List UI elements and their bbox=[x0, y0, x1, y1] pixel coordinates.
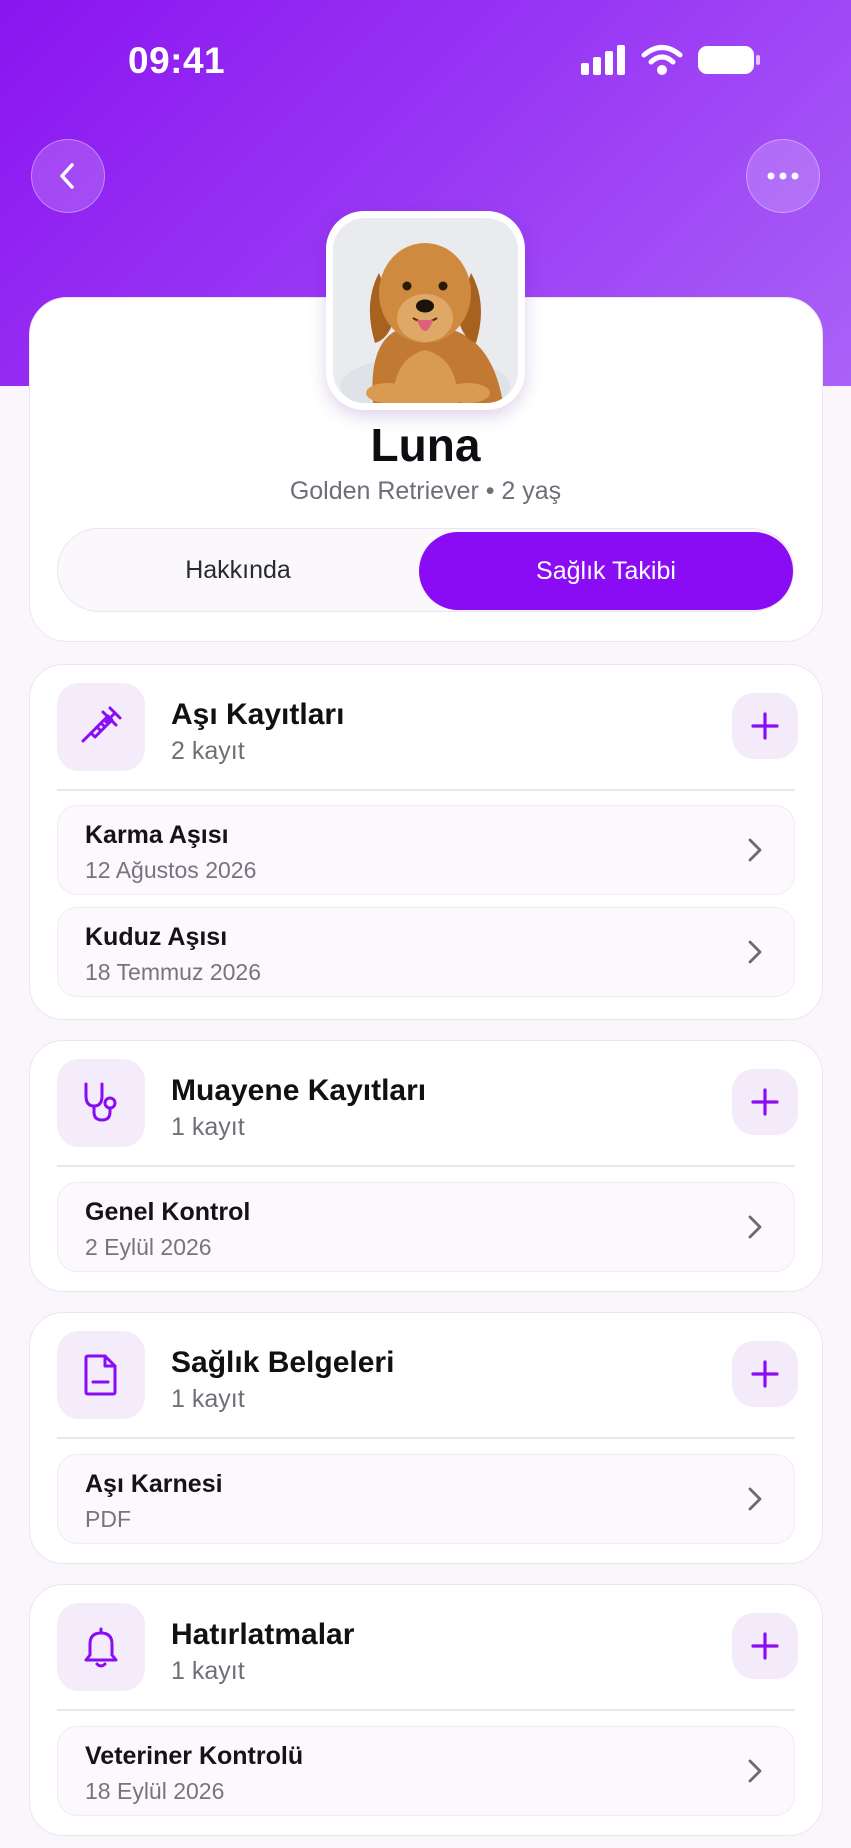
section-title: Sağlık Belgeleri bbox=[171, 1346, 395, 1379]
section-count: 1 kayıt bbox=[171, 1657, 245, 1685]
section-title: Hatırlatmalar bbox=[171, 1618, 355, 1651]
reminders-section: Hatırlatmalar 1 kayıt Veteriner Kontrolü… bbox=[29, 1584, 823, 1836]
status-time: 09:41 bbox=[128, 40, 226, 81]
bell-icon bbox=[84, 1627, 118, 1668]
tab-about[interactable]: Hakkında bbox=[58, 529, 418, 611]
battery-icon bbox=[698, 46, 760, 74]
divider bbox=[57, 789, 795, 791]
item-date: 18 Temmuz 2026 bbox=[85, 959, 262, 985]
section-count: 2 kayıt bbox=[171, 737, 245, 765]
divider bbox=[57, 1165, 795, 1167]
section-title: Muayene Kayıtları bbox=[171, 1074, 427, 1107]
vaccination-records-section: Aşı Kayıtları 2 kayıt Karma Aşısı 12 Ağu… bbox=[29, 664, 823, 1020]
divider bbox=[57, 1437, 795, 1439]
chevron-right-icon bbox=[748, 1215, 762, 1239]
chevron-right-icon bbox=[748, 838, 762, 862]
pet-avatar[interactable] bbox=[326, 211, 525, 410]
status-icons bbox=[581, 44, 761, 76]
golden-retriever-photo bbox=[333, 218, 518, 403]
pet-breed-age: Golden Retriever • 2 yaş bbox=[289, 477, 562, 505]
list-item[interactable]: Genel Kontrol 2 Eylül 2026 bbox=[57, 1182, 795, 1272]
examination-records-section: Muayene Kayıtları 1 kayıt Genel Kontrol … bbox=[29, 1040, 823, 1292]
item-title: Genel Kontrol bbox=[85, 1198, 251, 1226]
section-title: Aşı Kayıtları bbox=[171, 698, 345, 731]
divider bbox=[57, 1709, 795, 1711]
back-button[interactable] bbox=[31, 139, 105, 213]
item-date: 2 Eylül 2026 bbox=[85, 1234, 212, 1260]
list-item[interactable]: Kuduz Aşısı 18 Temmuz 2026 bbox=[57, 907, 795, 997]
plus-icon bbox=[751, 1088, 779, 1116]
tab-health-tracking[interactable]: Sağlık Takibi bbox=[419, 532, 793, 610]
section-count: 1 kayıt bbox=[171, 1385, 245, 1413]
add-reminder-button[interactable] bbox=[732, 1613, 798, 1679]
add-document-button[interactable] bbox=[732, 1341, 798, 1407]
dog-illustration bbox=[333, 218, 518, 403]
segmented-tabs: Hakkında Sağlık Takibi bbox=[57, 528, 794, 612]
item-date: 12 Ağustos 2026 bbox=[85, 857, 257, 883]
more-options-button[interactable] bbox=[746, 139, 820, 213]
item-title: Veteriner Kontrolü bbox=[85, 1742, 304, 1770]
stethoscope-icon bbox=[84, 1082, 117, 1122]
item-title: Aşı Karnesi bbox=[85, 1470, 223, 1498]
list-item[interactable]: Aşı Karnesi PDF bbox=[57, 1454, 795, 1544]
section-count: 1 kayıt bbox=[171, 1113, 245, 1141]
add-vaccination-button[interactable] bbox=[732, 693, 798, 759]
section-icon-box bbox=[57, 1603, 145, 1691]
item-title: Kuduz Aşısı bbox=[85, 923, 228, 951]
syringe-icon bbox=[81, 706, 122, 743]
plus-icon bbox=[751, 712, 779, 740]
section-icon-box bbox=[57, 1059, 145, 1147]
item-file-type: PDF bbox=[85, 1506, 131, 1532]
chevron-left-icon bbox=[60, 163, 74, 189]
status-bar: 09:41 bbox=[0, 0, 851, 120]
chevron-right-icon bbox=[748, 1759, 762, 1783]
item-date: 18 Eylül 2026 bbox=[85, 1778, 225, 1804]
health-documents-section: Sağlık Belgeleri 1 kayıt Aşı Karnesi PDF bbox=[29, 1312, 823, 1564]
wifi-icon bbox=[641, 45, 683, 75]
document-icon bbox=[84, 1354, 117, 1396]
cellular-signal-icon bbox=[581, 45, 625, 75]
plus-icon bbox=[751, 1360, 779, 1388]
list-item[interactable]: Karma Aşısı 12 Ağustos 2026 bbox=[57, 805, 795, 895]
chevron-right-icon bbox=[748, 1487, 762, 1511]
add-examination-button[interactable] bbox=[732, 1069, 798, 1135]
pet-name: Luna bbox=[370, 419, 481, 471]
chevron-right-icon bbox=[748, 940, 762, 964]
plus-icon bbox=[751, 1632, 779, 1660]
section-icon-box bbox=[57, 1331, 145, 1419]
item-title: Karma Aşısı bbox=[85, 821, 229, 849]
list-item[interactable]: Veteriner Kontrolü 18 Eylül 2026 bbox=[57, 1726, 795, 1816]
ellipsis-icon bbox=[767, 172, 799, 180]
section-icon-box bbox=[57, 683, 145, 771]
